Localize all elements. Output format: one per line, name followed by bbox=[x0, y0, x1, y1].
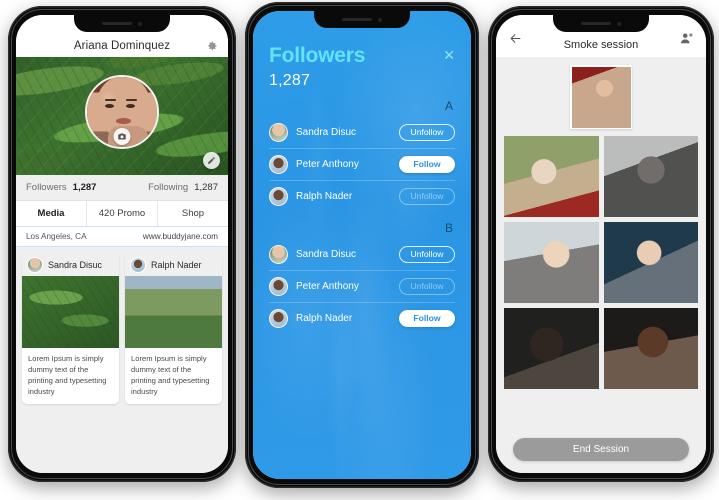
follower-row[interactable]: Peter Anthony Unfollow bbox=[269, 270, 455, 302]
page-title: Smoke session bbox=[563, 39, 639, 51]
media-feed: Sandra Disuc Lorem Ipsum is simply dummy… bbox=[16, 247, 228, 473]
avatar bbox=[27, 257, 43, 273]
photo-thumbnail[interactable] bbox=[603, 308, 698, 389]
post-author: Sandra Disuc bbox=[48, 260, 103, 270]
followers-count: 1,287 bbox=[72, 182, 97, 193]
cover-photo[interactable] bbox=[16, 57, 228, 175]
avatar bbox=[269, 244, 288, 264]
tab-media[interactable]: Media bbox=[16, 201, 87, 226]
follow-button[interactable]: Follow bbox=[399, 155, 455, 173]
page-title: Ariana Dominquez bbox=[73, 40, 171, 52]
earpiece-speaker bbox=[102, 21, 132, 26]
post-image bbox=[125, 276, 222, 348]
profile-meta: Los Angeles, CA www.buddyjane.com bbox=[16, 227, 228, 247]
earpiece-speaker bbox=[581, 21, 611, 26]
follower-row[interactable]: Sandra Disuc Unfollow bbox=[269, 238, 455, 270]
avatar bbox=[130, 257, 146, 273]
photo-thumbnail[interactable] bbox=[603, 222, 698, 303]
smoke-session-screen: Smoke session End Session bbox=[496, 15, 706, 473]
post-header: Ralph Nader bbox=[125, 253, 222, 276]
follower-name: Sandra Disuc bbox=[296, 248, 357, 260]
profile-screen: Ariana Dominquez Followers 1,287 Followi… bbox=[16, 15, 228, 473]
following-count: 1,287 bbox=[194, 182, 218, 193]
feed-row: Sandra Disuc Lorem Ipsum is simply dummy… bbox=[22, 253, 222, 404]
front-camera bbox=[378, 17, 382, 22]
photo-thumbnail[interactable] bbox=[504, 222, 599, 303]
follower-row[interactable]: Sandra Disuc Unfollow bbox=[269, 116, 455, 148]
location-text: Los Angeles, CA bbox=[26, 232, 87, 241]
notch bbox=[553, 15, 649, 32]
gear-icon[interactable] bbox=[206, 39, 218, 51]
camera-icon[interactable] bbox=[113, 128, 131, 145]
follower-name: Ralph Nader bbox=[296, 312, 353, 324]
avatar bbox=[269, 308, 288, 328]
avatar bbox=[269, 122, 288, 142]
follower-row[interactable]: Peter Anthony Follow bbox=[269, 148, 455, 180]
end-session-button[interactable]: End Session bbox=[513, 438, 689, 461]
close-icon[interactable]: ✕ bbox=[443, 48, 455, 62]
post-card[interactable]: Sandra Disuc Lorem Ipsum is simply dummy… bbox=[22, 253, 119, 404]
featured-photo[interactable] bbox=[570, 65, 632, 129]
follower-name: Sandra Disuc bbox=[296, 126, 357, 138]
section-label-a: A bbox=[444, 99, 453, 113]
unfollow-button[interactable]: Unfollow bbox=[399, 187, 455, 205]
post-header: Sandra Disuc bbox=[22, 253, 119, 276]
front-camera bbox=[617, 21, 621, 26]
smoke-session-body: End Session bbox=[496, 57, 706, 473]
follow-button[interactable]: Follow bbox=[399, 309, 455, 327]
followers-label: Followers bbox=[26, 182, 67, 193]
post-card[interactable]: Ralph Nader Lorem Ipsum is simply dummy … bbox=[125, 253, 222, 404]
follower-row[interactable]: Ralph Nader Unfollow bbox=[269, 180, 455, 212]
pencil-icon[interactable] bbox=[203, 152, 220, 169]
photo-thumbnail[interactable] bbox=[504, 308, 599, 389]
post-image bbox=[22, 276, 119, 348]
unfollow-button[interactable]: Unfollow bbox=[399, 123, 455, 141]
following-stat[interactable]: Following 1,287 bbox=[148, 182, 218, 193]
photo-thumbnail[interactable] bbox=[504, 136, 599, 217]
tab-shop[interactable]: Shop bbox=[158, 201, 228, 226]
avatar bbox=[269, 276, 288, 296]
follower-row[interactable]: Ralph Nader Follow bbox=[269, 302, 455, 334]
following-label: Following bbox=[148, 182, 189, 193]
avatar bbox=[269, 154, 288, 174]
followers-count: 1,287 bbox=[269, 72, 311, 89]
followers-stat[interactable]: Followers 1,287 bbox=[26, 182, 96, 193]
section-label-b: B bbox=[444, 221, 453, 235]
post-text: Lorem Ipsum is simply dummy text of the … bbox=[28, 354, 107, 396]
front-camera bbox=[138, 21, 142, 26]
photo-grid bbox=[504, 136, 698, 389]
profile-tabs: Media 420 Promo Shop bbox=[16, 201, 228, 227]
avatar[interactable] bbox=[85, 75, 159, 149]
follower-name: Ralph Nader bbox=[296, 190, 353, 202]
unfollow-button[interactable]: Unfollow bbox=[399, 245, 455, 263]
back-arrow-icon[interactable] bbox=[508, 31, 523, 51]
unfollow-button[interactable]: Unfollow bbox=[399, 277, 455, 295]
page-title: Followers bbox=[269, 44, 366, 67]
notch bbox=[314, 11, 410, 28]
earpiece-speaker bbox=[342, 17, 372, 22]
notch bbox=[74, 15, 170, 32]
profile-stats: Followers 1,287 Following 1,287 bbox=[16, 175, 228, 201]
follower-name: Peter Anthony bbox=[296, 280, 359, 292]
photo-thumbnail bbox=[571, 66, 631, 128]
followers-header: Followers ✕ bbox=[269, 45, 455, 66]
avatar bbox=[269, 186, 288, 206]
post-author: Ralph Nader bbox=[151, 260, 202, 270]
phone-followers: Followers ✕ 1,287 A Sandra Disuc Unfollo… bbox=[245, 2, 479, 488]
screenshot-stage: Ariana Dominquez Followers 1,287 Followi… bbox=[0, 0, 719, 500]
phone-smoke-session: Smoke session End Session bbox=[488, 6, 714, 482]
followers-screen: Followers ✕ 1,287 A Sandra Disuc Unfollo… bbox=[253, 11, 471, 479]
tab-420-promo[interactable]: 420 Promo bbox=[87, 201, 158, 226]
add-person-icon[interactable] bbox=[679, 31, 694, 51]
photo-thumbnail[interactable] bbox=[603, 136, 698, 217]
website-link[interactable]: www.buddyjane.com bbox=[143, 232, 218, 241]
post-text: Lorem Ipsum is simply dummy text of the … bbox=[131, 354, 210, 396]
phone-profile: Ariana Dominquez Followers 1,287 Followi… bbox=[8, 6, 236, 482]
follower-name: Peter Anthony bbox=[296, 158, 359, 170]
